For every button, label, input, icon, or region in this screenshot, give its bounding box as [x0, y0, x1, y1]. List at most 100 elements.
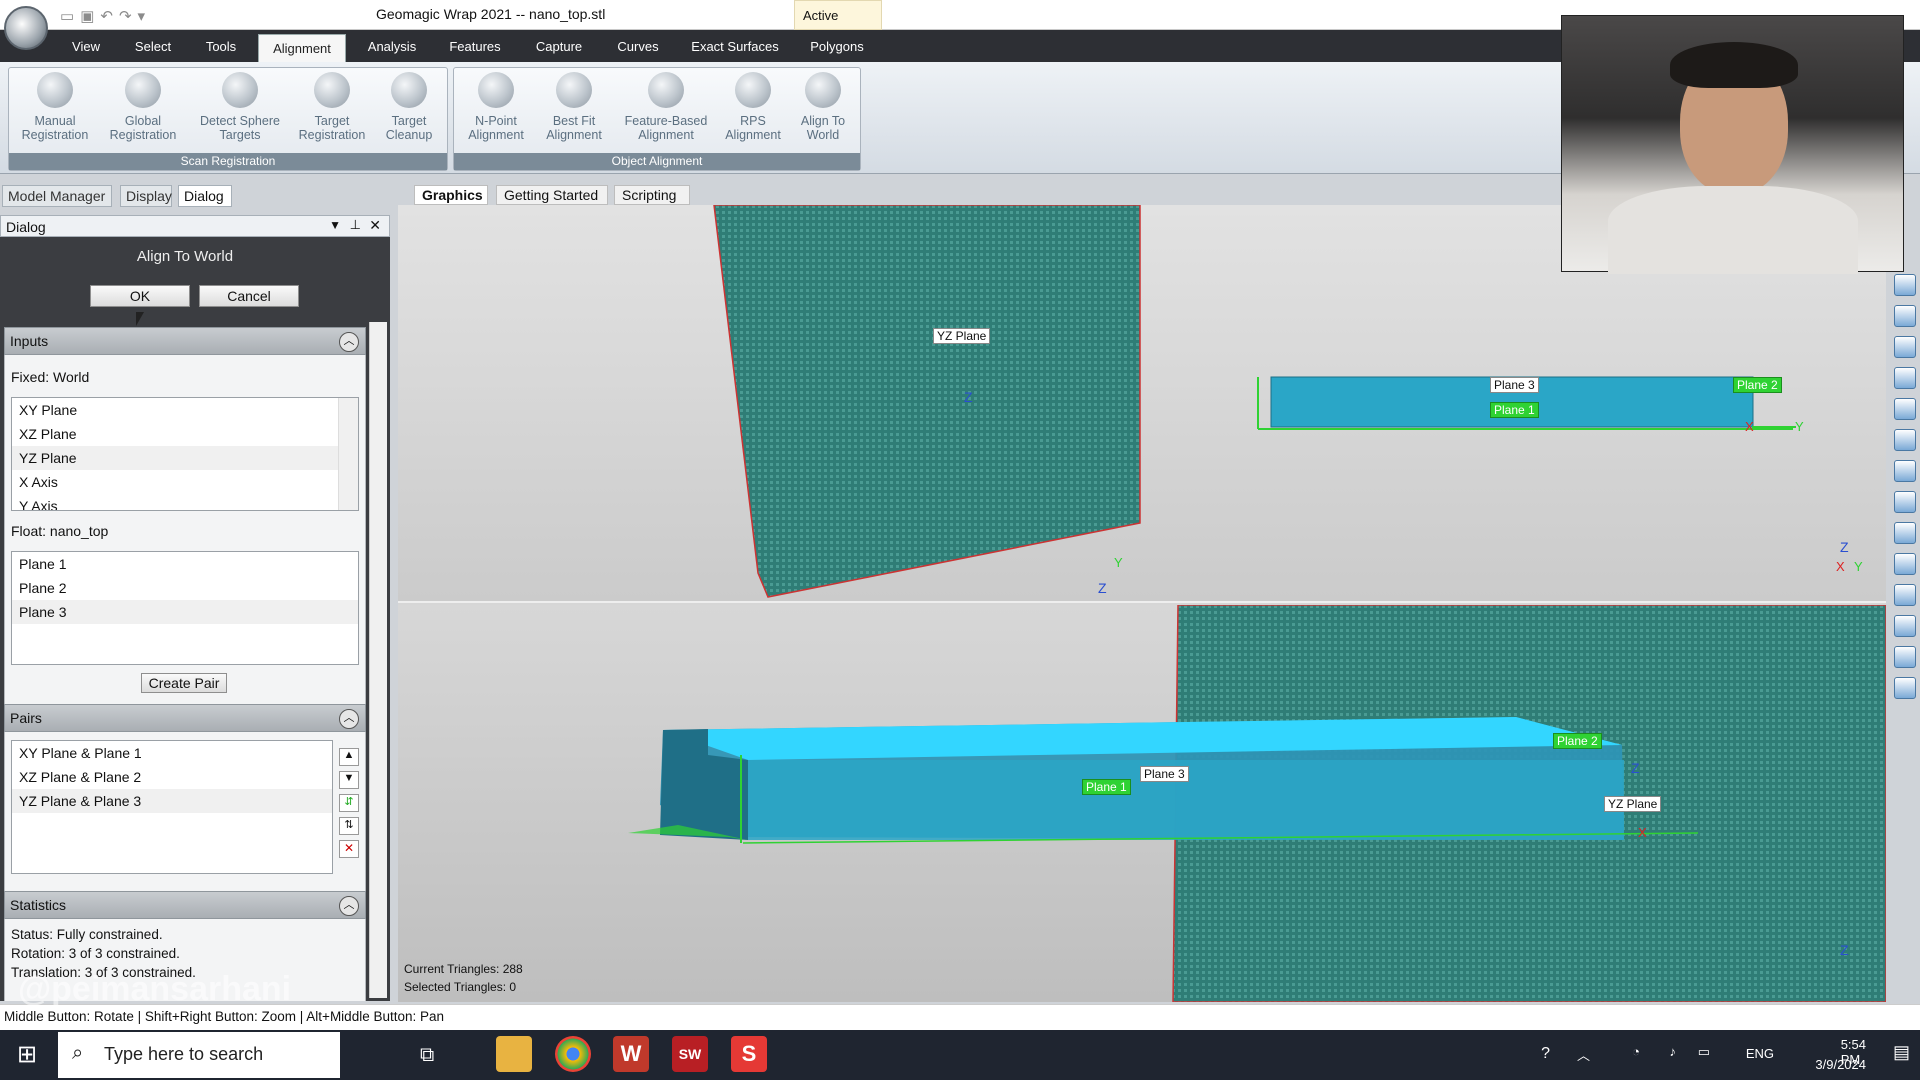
move-down-icon[interactable]: ▼: [339, 771, 359, 789]
menu-features[interactable]: Features: [446, 30, 504, 62]
file-explorer-icon[interactable]: [496, 1036, 532, 1072]
plane-1-label[interactable]: Plane 1: [1082, 779, 1131, 795]
menu-capture[interactable]: Capture: [532, 30, 586, 62]
chrome-icon[interactable]: [555, 1036, 591, 1072]
tab-getting-started[interactable]: Getting Started: [496, 185, 608, 205]
collapse-icon[interactable]: ︿: [339, 896, 359, 916]
close-icon[interactable]: ✕: [369, 217, 381, 234]
tab-scripting[interactable]: Scripting: [614, 185, 690, 205]
app-logo-icon[interactable]: [4, 6, 48, 50]
box-select-icon[interactable]: [1894, 398, 1916, 420]
best-fit-alignment-button[interactable]: Best Fit Alignment: [534, 72, 614, 142]
task-view-icon[interactable]: ⧉: [420, 1044, 434, 1067]
global-registration-button[interactable]: Global Registration: [103, 72, 183, 142]
volume-icon[interactable]: ♪: [1670, 1044, 1677, 1059]
redo-icon[interactable]: ↷: [119, 7, 132, 25]
menu-curves[interactable]: Curves: [614, 30, 662, 62]
windows-start-icon[interactable]: ⊞: [10, 1040, 44, 1070]
menu-tools[interactable]: Tools: [200, 30, 242, 62]
list-item[interactable]: Plane 2: [12, 576, 358, 600]
wrap-app-icon[interactable]: W: [613, 1036, 649, 1072]
pin-icon[interactable]: ⊥: [350, 217, 361, 233]
statistics-section-header[interactable]: Statistics ︿: [4, 891, 366, 919]
manual-registration-button[interactable]: Manual Registration: [15, 72, 95, 142]
menu-select[interactable]: Select: [130, 30, 176, 62]
list-item[interactable]: XY Plane: [12, 398, 358, 422]
tab-display[interactable]: Display: [120, 185, 172, 207]
detect-sphere-targets-button[interactable]: Detect Sphere Targets: [192, 72, 288, 142]
paint-icon[interactable]: [1894, 522, 1916, 544]
list-item[interactable]: X Axis: [12, 470, 358, 494]
flip-icon[interactable]: ⇵: [339, 794, 359, 812]
undo-icon[interactable]: ↶: [100, 7, 113, 25]
plane-3-label[interactable]: Plane 3: [1140, 766, 1189, 782]
n-point-alignment-button[interactable]: N-Point Alignment: [456, 72, 536, 142]
notifications-icon[interactable]: ▤: [1893, 1042, 1910, 1063]
save-icon[interactable]: ▣: [80, 7, 94, 25]
menu-alignment[interactable]: Alignment: [258, 34, 346, 62]
battery-icon[interactable]: ▭: [1698, 1044, 1710, 1060]
tab-graphics[interactable]: Graphics: [414, 185, 488, 205]
delete-icon[interactable]: ✕: [339, 840, 359, 858]
menu-analysis[interactable]: Analysis: [364, 30, 420, 62]
pairs-section-header[interactable]: Pairs ︿: [4, 704, 366, 732]
help-icon[interactable]: ?: [1541, 1045, 1550, 1063]
zoom-icon[interactable]: [1894, 336, 1916, 358]
menu-polygons[interactable]: Polygons: [806, 30, 868, 62]
dropdown-icon[interactable]: ▼: [329, 218, 341, 232]
plane-2-label[interactable]: Plane 2: [1733, 377, 1782, 393]
menu-view[interactable]: View: [68, 30, 104, 62]
target-registration-button[interactable]: Target Registration: [292, 72, 372, 142]
settings-icon[interactable]: [1894, 677, 1916, 699]
create-pair-button[interactable]: Create Pair: [141, 673, 227, 693]
plane-3-label[interactable]: Plane 3: [1490, 377, 1539, 393]
lasso-icon[interactable]: [1894, 429, 1916, 451]
fixed-list[interactable]: XY Plane XZ Plane YZ Plane X Axis Y Axis: [11, 397, 359, 511]
dialog-scrollbar[interactable]: [369, 322, 387, 998]
list-item[interactable]: YZ Plane & Plane 3: [12, 789, 332, 813]
tool-icon[interactable]: [1894, 615, 1916, 637]
polygon-icon[interactable]: [1894, 553, 1916, 575]
collapse-icon[interactable]: ︿: [339, 709, 359, 729]
list-item[interactable]: XZ Plane & Plane 2: [12, 765, 332, 789]
list-item[interactable]: Plane 1: [12, 552, 358, 576]
plane-2-label[interactable]: Plane 2: [1553, 733, 1602, 749]
tab-model-manager[interactable]: Model Manager: [2, 185, 112, 207]
graphics-viewport[interactable]: Y X Z Z Y Z Y X YZ Plane Plane 3 Plane 1…: [398, 205, 1886, 1002]
shade-icon[interactable]: [1894, 367, 1916, 389]
plane-1-label[interactable]: Plane 1: [1490, 402, 1539, 418]
cube-icon[interactable]: [1894, 584, 1916, 606]
layers-icon[interactable]: [1894, 646, 1916, 668]
new-icon[interactable]: ▭: [60, 7, 74, 25]
yz-plane-label[interactable]: YZ Plane: [1604, 796, 1662, 812]
tab-dialog[interactable]: Dialog: [178, 185, 232, 207]
brush-icon[interactable]: [1894, 460, 1916, 482]
list-item[interactable]: Y Axis: [12, 494, 358, 510]
inputs-section-header[interactable]: Inputs ︿: [4, 327, 366, 355]
viewport-bottom[interactable]: Z X Z Plane 1 Plane 3 Plane 2 YZ Plane C…: [398, 604, 1886, 1002]
ok-button[interactable]: OK: [90, 285, 190, 307]
tray-chevron-icon[interactable]: ︿: [1577, 1045, 1590, 1064]
float-list[interactable]: Plane 1 Plane 2 Plane 3: [11, 551, 359, 665]
pairs-list[interactable]: XY Plane & Plane 1 XZ Plane & Plane 2 YZ…: [11, 740, 333, 874]
feature-based-alignment-button[interactable]: Feature-Based Alignment: [618, 72, 714, 142]
fit-icon[interactable]: [1894, 305, 1916, 327]
line-select-icon[interactable]: [1894, 491, 1916, 513]
list-item[interactable]: XY Plane & Plane 1: [12, 741, 332, 765]
list-item[interactable]: Plane 3: [12, 600, 358, 624]
move-up-icon[interactable]: ▲: [339, 748, 359, 766]
cancel-button[interactable]: Cancel: [199, 285, 299, 307]
dropdown-icon[interactable]: ▾: [138, 7, 146, 25]
network-icon[interactable]: ◔: [1632, 1044, 1640, 1059]
list-item[interactable]: XZ Plane: [12, 422, 358, 446]
screen-recorder-icon[interactable]: S: [731, 1036, 767, 1072]
menu-exact-surfaces[interactable]: Exact Surfaces: [690, 30, 780, 62]
rps-alignment-button[interactable]: RPS Alignment: [713, 72, 793, 142]
list-item[interactable]: YZ Plane: [12, 446, 358, 470]
view-icon[interactable]: [1894, 274, 1916, 296]
clock-date[interactable]: 3/9/2024: [1815, 1057, 1866, 1072]
solidworks-icon[interactable]: SW: [672, 1036, 708, 1072]
target-cleanup-button[interactable]: Target Cleanup: [369, 72, 449, 142]
yz-plane-label[interactable]: YZ Plane: [933, 328, 991, 344]
taskbar-search-input[interactable]: ⌕ Type here to search: [58, 1032, 340, 1078]
